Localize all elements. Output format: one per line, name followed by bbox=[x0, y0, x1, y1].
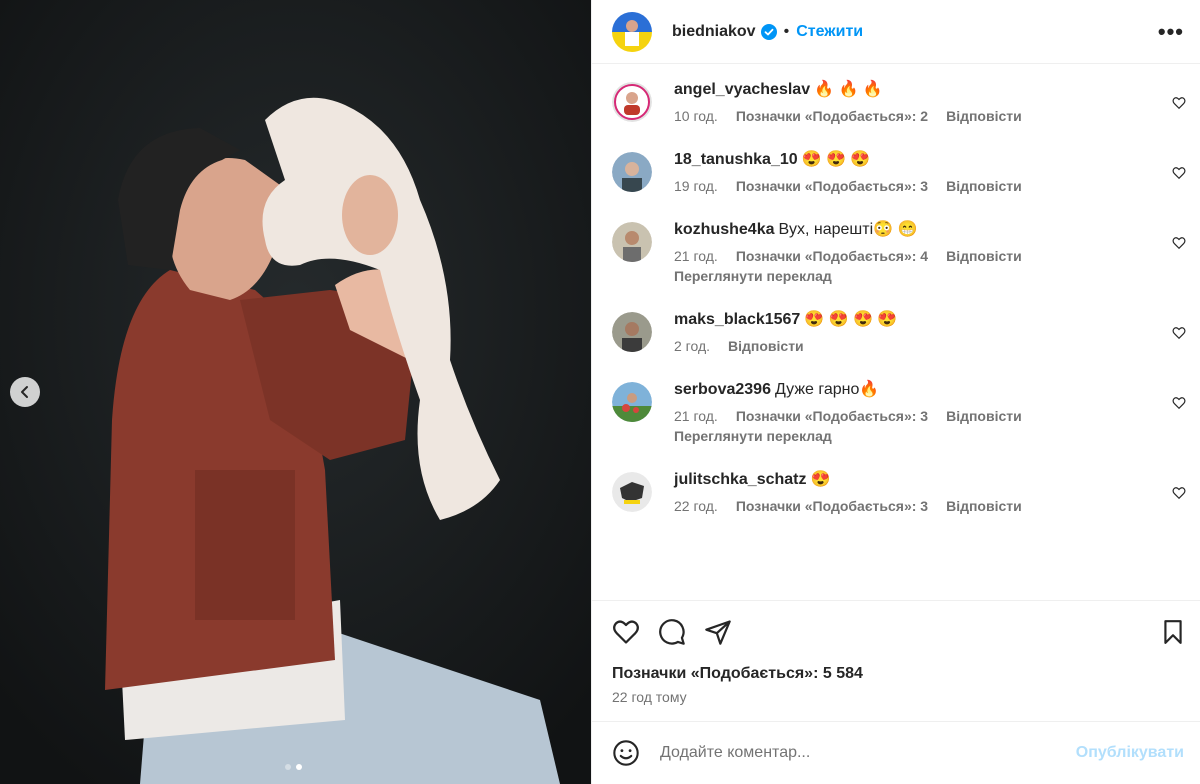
reply-button[interactable]: Відповісти bbox=[946, 408, 1022, 424]
comment-text: Дуже гарно🔥 bbox=[774, 381, 880, 398]
see-translation-button[interactable]: Переглянути переклад bbox=[674, 268, 1180, 284]
comment-likes[interactable]: Позначки «Подобається»: 2 bbox=[736, 108, 928, 124]
comment-text: 😍 😍 😍 😍 bbox=[804, 311, 898, 328]
carousel-dot bbox=[285, 764, 291, 770]
comment-username[interactable]: julitschka_schatz bbox=[674, 471, 807, 488]
author-username[interactable]: biedniakov bbox=[672, 23, 756, 41]
paper-plane-icon[interactable] bbox=[704, 618, 732, 646]
comment-likes[interactable]: Позначки «Подобається»: 3 bbox=[736, 178, 928, 194]
heart-outline-icon[interactable] bbox=[1172, 236, 1186, 255]
comment-username[interactable]: angel_vyacheslav bbox=[674, 81, 810, 98]
comment-item: julitschka_schatz 😍 22 год. Позначки «Под… bbox=[592, 468, 1200, 514]
comment-username[interactable]: serbova2396 bbox=[674, 381, 771, 398]
add-comment-bar: Опублікувати bbox=[592, 721, 1200, 784]
carousel-indicator bbox=[285, 764, 302, 770]
comment-text: Вух, нарешті😳 😁 bbox=[778, 221, 918, 238]
comment-text: 🔥 🔥 🔥 bbox=[814, 81, 883, 98]
comment-username[interactable]: 18_tanushka_10 bbox=[674, 151, 798, 168]
heart-outline-icon[interactable] bbox=[1172, 166, 1186, 185]
carousel-prev-button[interactable] bbox=[10, 377, 40, 407]
comment-time[interactable]: 21 год. bbox=[674, 248, 718, 264]
reply-button[interactable]: Відповісти bbox=[946, 178, 1022, 194]
author-avatar[interactable] bbox=[612, 11, 652, 52]
comment-likes[interactable]: Позначки «Подобається»: 4 bbox=[736, 248, 928, 264]
reply-button[interactable]: Відповісти bbox=[946, 248, 1022, 264]
carousel-dot-active bbox=[296, 764, 302, 770]
commenter-avatar[interactable] bbox=[612, 472, 652, 512]
post-likes-count[interactable]: Позначки «Подобається»: 5 584 bbox=[592, 665, 1200, 683]
comments-list[interactable]: angel_vyacheslav 🔥 🔥 🔥 10 год. Позначки «… bbox=[592, 64, 1200, 600]
header-separator: • bbox=[783, 22, 790, 40]
reply-button[interactable]: Відповісти bbox=[946, 498, 1022, 514]
heart-icon[interactable] bbox=[612, 618, 640, 646]
reply-button[interactable]: Відповісти bbox=[946, 108, 1022, 124]
comment-input[interactable] bbox=[658, 743, 1076, 763]
post-photo-illustration bbox=[0, 0, 591, 784]
commenter-avatar[interactable] bbox=[612, 152, 652, 192]
commenter-avatar[interactable] bbox=[612, 312, 652, 352]
comment-time[interactable]: 2 год. bbox=[674, 338, 710, 354]
verified-badge-icon bbox=[760, 23, 777, 40]
heart-outline-icon[interactable] bbox=[1172, 486, 1186, 505]
comment-username[interactable]: maks_black1567 bbox=[674, 311, 800, 328]
heart-outline-icon[interactable] bbox=[1172, 396, 1186, 415]
heart-outline-icon[interactable] bbox=[1172, 96, 1186, 115]
commenter-avatar[interactable] bbox=[612, 222, 652, 262]
comment-time[interactable]: 10 год. bbox=[674, 108, 718, 124]
comment-likes[interactable]: Позначки «Подобається»: 3 bbox=[736, 408, 928, 424]
more-options-button[interactable]: ••• bbox=[1158, 19, 1184, 45]
comment-item: serbova2396 Дуже гарно🔥 21 год. Позначки … bbox=[592, 378, 1200, 444]
commenter-avatar[interactable] bbox=[612, 82, 652, 122]
comment-time[interactable]: 22 год. bbox=[674, 498, 718, 514]
post-comment-button[interactable]: Опублікувати bbox=[1076, 744, 1184, 762]
comment-time[interactable]: 19 год. bbox=[674, 178, 718, 194]
chevron-left-icon bbox=[21, 386, 28, 398]
comment-likes[interactable]: Позначки «Подобається»: 3 bbox=[736, 498, 928, 514]
post-actions-bar bbox=[592, 600, 1200, 663]
heart-outline-icon[interactable] bbox=[1172, 326, 1186, 345]
smiley-icon[interactable] bbox=[612, 739, 640, 767]
follow-button[interactable]: Стежити bbox=[796, 23, 863, 41]
commenter-avatar[interactable] bbox=[612, 382, 652, 422]
bookmark-icon[interactable] bbox=[1160, 619, 1186, 645]
see-translation-button[interactable]: Переглянути переклад bbox=[674, 428, 1180, 444]
comment-item: kozhushe4ka Вух, нарешті😳 😁 21 год. Позна… bbox=[592, 218, 1200, 284]
post-side-panel: biedniakov • Стежити ••• angel_vyachesla… bbox=[591, 0, 1200, 784]
comment-time[interactable]: 21 год. bbox=[674, 408, 718, 424]
comment-item: maks_black1567 😍 😍 😍 😍 2 год. Відповісти bbox=[592, 308, 1200, 354]
comment-item: 18_tanushka_10 😍 😍 😍 19 год. Позначки «По… bbox=[592, 148, 1200, 194]
post-photo bbox=[0, 0, 591, 784]
post-header: biedniakov • Стежити ••• bbox=[592, 0, 1200, 64]
comment-username[interactable]: kozhushe4ka bbox=[674, 221, 774, 238]
comment-text: 😍 bbox=[810, 471, 831, 488]
comment-text: 😍 😍 😍 bbox=[801, 151, 871, 168]
reply-button[interactable]: Відповісти bbox=[728, 338, 804, 354]
post-timestamp[interactable]: 22 год тому bbox=[592, 689, 1200, 705]
comment-item: angel_vyacheslav 🔥 🔥 🔥 10 год. Позначки «… bbox=[592, 78, 1200, 124]
speech-bubble-icon[interactable] bbox=[658, 618, 686, 646]
